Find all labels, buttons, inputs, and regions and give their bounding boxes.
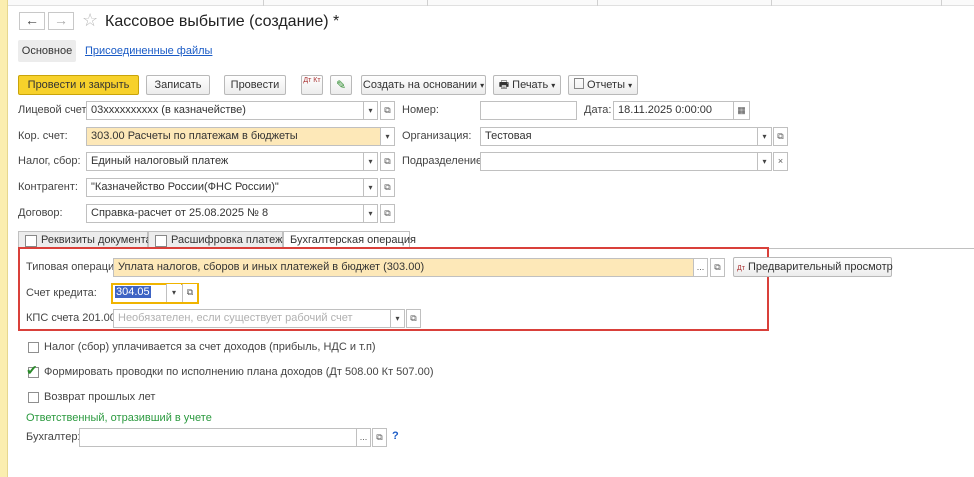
operation-label: Типовая операция: <box>26 261 124 273</box>
date-label: Дата: <box>584 104 612 116</box>
account-dropdown-icon[interactable]: ▾ <box>363 101 378 120</box>
printer-icon: 🖶 <box>498 79 510 91</box>
credit-account-dropdown-icon[interactable]: ▾ <box>166 284 181 302</box>
document-icon <box>25 235 37 247</box>
credit-account-value: 304.05 <box>115 286 151 298</box>
tab-separator <box>771 0 772 6</box>
number-field[interactable] <box>480 101 577 120</box>
pencil-icon: ✎ <box>335 78 347 92</box>
counterparty-label: Контрагент: <box>18 181 78 193</box>
dropdown-arrow-icon: ▾ <box>551 81 556 90</box>
accountant-label: Бухгалтер: <box>26 431 81 443</box>
dtkt-report-button[interactable]: Дт Кт <box>301 75 323 95</box>
kps-label: КПС счета 201.00: <box>26 312 119 324</box>
kps-field[interactable]: Необязателен, если существует рабочий сч… <box>113 309 391 328</box>
organization-dropdown-icon[interactable]: ▾ <box>757 127 772 146</box>
operation-open-icon[interactable]: ⧉ <box>710 258 725 277</box>
forward-button[interactable]: → <box>48 12 74 30</box>
contract-field[interactable]: Справка-расчет от 25.08.2025 № 8 <box>86 204 364 223</box>
counterparty-field[interactable]: "Казначейство России(ФНС России)" <box>86 178 364 197</box>
edit-entries-button[interactable]: ✎ <box>330 75 352 95</box>
print-button[interactable]: 🖶 Печать ▾ <box>493 75 561 95</box>
accountant-select-icon[interactable]: ... <box>356 428 371 447</box>
account-field[interactable]: 03xxxxxxxxxx (в казначействе) <box>86 101 364 120</box>
organization-open-icon[interactable]: ⧉ <box>773 127 788 146</box>
kps-dropdown-icon[interactable]: ▾ <box>390 309 405 328</box>
number-label: Номер: <box>402 104 439 116</box>
department-field[interactable] <box>480 152 758 171</box>
tab-separator <box>941 0 942 6</box>
credit-account-open-icon[interactable]: ⧉ <box>182 284 197 302</box>
reports-button[interactable]: Отчеты ▾ <box>568 75 638 95</box>
department-clear-icon[interactable]: × <box>773 152 788 171</box>
preview-button[interactable]: Дт Предварительный просмотр <box>733 257 893 277</box>
dropdown-arrow-icon: ▾ <box>480 81 485 90</box>
accountant-field[interactable] <box>79 428 357 447</box>
post-and-close-button[interactable]: Провести и закрыть <box>18 75 139 95</box>
contract-open-icon[interactable]: ⧉ <box>380 204 395 223</box>
preview-label: Предварительный просмотр <box>748 261 893 273</box>
tab-separator <box>427 0 428 6</box>
page-title: Кассовое выбытие (создание) * <box>105 13 340 30</box>
operation-field[interactable]: Уплата налогов, сборов и иных платежей в… <box>113 258 694 277</box>
report-icon <box>573 78 584 89</box>
form-entries-label: Формировать проводки по исполнению плана… <box>44 366 434 378</box>
calendar-icon[interactable]: ▦ <box>733 101 750 120</box>
account-open-icon[interactable]: ⧉ <box>380 101 395 120</box>
counterparty-dropdown-icon[interactable]: ▾ <box>363 178 378 197</box>
tab-accounting-label: Бухгалтерская операция <box>290 234 416 246</box>
corr-account-field[interactable]: 303.00 Расчеты по платежам в бюджеты <box>86 127 381 146</box>
post-button[interactable]: Провести <box>224 75 286 95</box>
tab-attached-files[interactable]: Присоединенные файлы <box>85 45 212 57</box>
dtkt-icon: Дт <box>737 265 745 272</box>
corr-account-label: Кор. счет: <box>18 130 68 142</box>
dropdown-arrow-icon: ▾ <box>628 81 633 90</box>
tax-label: Налог, сбор: <box>18 155 81 167</box>
tax-open-icon[interactable]: ⧉ <box>380 152 395 171</box>
tax-field[interactable]: Единый налоговый платеж <box>86 152 364 171</box>
accountant-open-icon[interactable]: ⧉ <box>372 428 387 447</box>
help-icon[interactable]: ? <box>392 430 399 442</box>
tab-decoding-label: Расшифровка платежа <box>171 234 289 246</box>
tab-main[interactable]: Основное <box>18 40 76 62</box>
tax-from-income-checkbox[interactable] <box>28 342 39 353</box>
tab-separator <box>263 0 264 6</box>
organization-field[interactable]: Тестовая <box>480 127 758 146</box>
contract-dropdown-icon[interactable]: ▾ <box>363 204 378 223</box>
create-based-label: Создать на основании <box>362 79 478 91</box>
tax-from-income-label: Налог (сбор) уплачивается за счет доходо… <box>44 341 376 353</box>
left-panel-strip <box>0 0 8 477</box>
contract-label: Договор: <box>18 207 63 219</box>
department-label: Подразделение: <box>402 155 486 167</box>
credit-account-label: Счет кредита: <box>26 287 97 299</box>
table-icon <box>155 235 167 247</box>
tax-dropdown-icon[interactable]: ▾ <box>363 152 378 171</box>
counterparty-open-icon[interactable]: ⧉ <box>380 178 395 197</box>
save-button[interactable]: Записать <box>146 75 210 95</box>
department-dropdown-icon[interactable]: ▾ <box>757 152 772 171</box>
tab-requisites-label: Реквизиты документа <box>41 234 152 246</box>
tab-separator <box>597 0 598 6</box>
operation-select-icon[interactable]: ... <box>693 258 708 277</box>
reports-label: Отчеты <box>586 79 625 91</box>
return-past-years-label: Возврат прошлых лет <box>44 391 156 403</box>
favorite-star-icon[interactable]: ☆ <box>82 10 98 30</box>
corr-account-dropdown-icon[interactable]: ▾ <box>380 127 395 146</box>
organization-label: Организация: <box>402 130 472 142</box>
account-label: Лицевой счет: <box>18 104 90 116</box>
top-tab-strip <box>8 0 974 6</box>
kps-open-icon[interactable]: ⧉ <box>406 309 421 328</box>
date-field[interactable]: 18.11.2025 0:00:00 <box>613 101 734 120</box>
responsible-heading: Ответственный, отразивший в учете <box>26 412 212 424</box>
back-button[interactable]: ← <box>19 12 45 30</box>
dtkt-icon: Дт Кт <box>303 77 321 84</box>
checkmark-icon: ✔ <box>26 362 38 378</box>
create-based-on-button[interactable]: Создать на основании ▾ <box>361 75 486 95</box>
print-label: Печать <box>512 79 549 91</box>
return-past-years-checkbox[interactable] <box>28 392 39 403</box>
